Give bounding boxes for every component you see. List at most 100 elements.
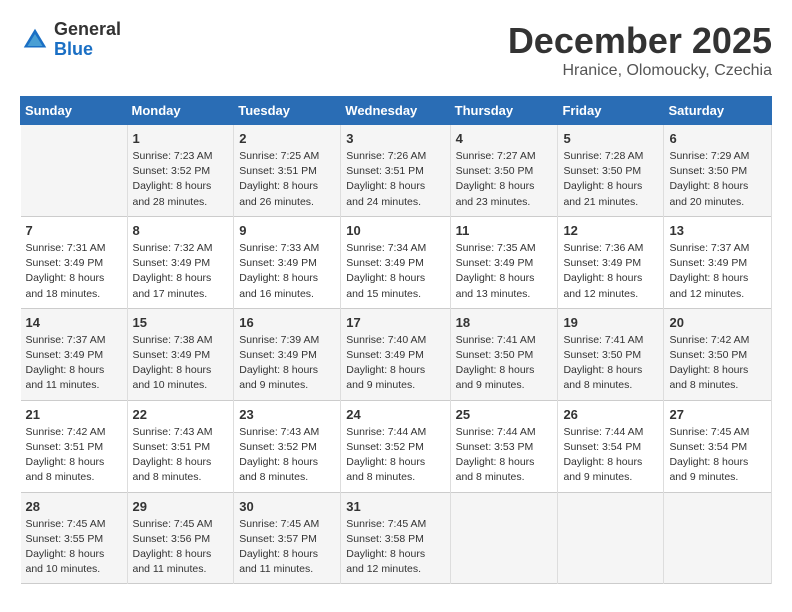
day-info: Sunrise: 7:39 AMSunset: 3:49 PMDaylight:…	[239, 333, 335, 394]
day-info: Sunrise: 7:37 AMSunset: 3:49 PMDaylight:…	[26, 333, 122, 394]
calendar-cell: 17 Sunrise: 7:40 AMSunset: 3:49 PMDayligh…	[341, 308, 450, 400]
day-number: 21	[26, 407, 122, 422]
calendar-cell: 10 Sunrise: 7:34 AMSunset: 3:49 PMDayligh…	[341, 216, 450, 308]
day-info: Sunrise: 7:26 AMSunset: 3:51 PMDaylight:…	[346, 149, 444, 210]
day-number: 23	[239, 407, 335, 422]
day-of-week-header: Saturday	[664, 97, 772, 125]
calendar-cell: 21 Sunrise: 7:42 AMSunset: 3:51 PMDayligh…	[21, 400, 128, 492]
day-info: Sunrise: 7:41 AMSunset: 3:50 PMDaylight:…	[563, 333, 658, 394]
calendar-cell: 13Sunrise: 7:37 AMSunset: 3:49 PMDayligh…	[664, 216, 772, 308]
day-info: Sunrise: 7:34 AMSunset: 3:49 PMDaylight:…	[346, 241, 444, 302]
day-info: Sunrise: 7:23 AMSunset: 3:52 PMDaylight:…	[133, 149, 229, 210]
calendar-week-row: 28 Sunrise: 7:45 AMSunset: 3:55 PMDayligh…	[21, 492, 772, 584]
day-number: 22	[133, 407, 229, 422]
day-info: Sunrise: 7:37 AMSunset: 3:49 PMDaylight:…	[669, 241, 766, 302]
calendar-week-row: 21 Sunrise: 7:42 AMSunset: 3:51 PMDayligh…	[21, 400, 772, 492]
day-number: 11	[456, 223, 553, 238]
day-info: Sunrise: 7:27 AMSunset: 3:50 PMDaylight:…	[456, 149, 553, 210]
day-info: Sunrise: 7:36 AMSunset: 3:49 PMDaylight:…	[563, 241, 658, 302]
day-number: 7	[26, 223, 122, 238]
day-number: 18	[456, 315, 553, 330]
logo-text: General Blue	[54, 20, 121, 60]
day-info: Sunrise: 7:45 AMSunset: 3:55 PMDaylight:…	[26, 517, 122, 578]
day-of-week-header: Thursday	[450, 97, 558, 125]
logo-blue: Blue	[54, 40, 121, 60]
day-number: 15	[133, 315, 229, 330]
day-number: 4	[456, 131, 553, 146]
day-of-week-header: Tuesday	[234, 97, 341, 125]
calendar-cell: 8Sunrise: 7:32 AMSunset: 3:49 PMDaylight…	[127, 216, 234, 308]
day-number: 24	[346, 407, 444, 422]
day-number: 5	[563, 131, 658, 146]
day-info: Sunrise: 7:42 AMSunset: 3:51 PMDaylight:…	[26, 425, 122, 486]
day-info: Sunrise: 7:43 AMSunset: 3:51 PMDaylight:…	[133, 425, 229, 486]
day-number: 19	[563, 315, 658, 330]
calendar-week-row: 7 Sunrise: 7:31 AMSunset: 3:49 PMDaylight…	[21, 216, 772, 308]
day-info: Sunrise: 7:45 AMSunset: 3:54 PMDaylight:…	[669, 425, 766, 486]
day-of-week-header: Monday	[127, 97, 234, 125]
page-header: General Blue December 2025 Hranice, Olom…	[20, 20, 772, 80]
day-number: 16	[239, 315, 335, 330]
day-number: 2	[239, 131, 335, 146]
day-number: 27	[669, 407, 766, 422]
day-number: 31	[346, 499, 444, 514]
calendar-cell	[558, 492, 664, 584]
calendar-cell: 24Sunrise: 7:44 AMSunset: 3:52 PMDayligh…	[341, 400, 450, 492]
day-number: 3	[346, 131, 444, 146]
days-of-week-row: SundayMondayTuesdayWednesdayThursdayFrid…	[21, 97, 772, 125]
calendar-week-row: 1Sunrise: 7:23 AMSunset: 3:52 PMDaylight…	[21, 125, 772, 217]
day-info: Sunrise: 7:29 AMSunset: 3:50 PMDaylight:…	[669, 149, 766, 210]
day-number: 29	[133, 499, 229, 514]
calendar-cell: 23 Sunrise: 7:43 AMSunset: 3:52 PMDayligh…	[234, 400, 341, 492]
calendar-cell: 20Sunrise: 7:42 AMSunset: 3:50 PMDayligh…	[664, 308, 772, 400]
calendar-cell: 26Sunrise: 7:44 AMSunset: 3:54 PMDayligh…	[558, 400, 664, 492]
calendar-cell: 15 Sunrise: 7:38 AMSunset: 3:49 PMDayligh…	[127, 308, 234, 400]
day-number: 8	[133, 223, 229, 238]
calendar-cell: 11Sunrise: 7:35 AMSunset: 3:49 PMDayligh…	[450, 216, 558, 308]
calendar-cell: 22 Sunrise: 7:43 AMSunset: 3:51 PMDayligh…	[127, 400, 234, 492]
month-title: December 2025	[508, 20, 772, 62]
day-info: Sunrise: 7:40 AMSunset: 3:49 PMDaylight:…	[346, 333, 444, 394]
day-of-week-header: Wednesday	[341, 97, 450, 125]
day-info: Sunrise: 7:25 AMSunset: 3:51 PMDaylight:…	[239, 149, 335, 210]
day-number: 14	[26, 315, 122, 330]
day-info: Sunrise: 7:31 AMSunset: 3:49 PMDaylight:…	[26, 241, 122, 302]
calendar-cell: 28 Sunrise: 7:45 AMSunset: 3:55 PMDayligh…	[21, 492, 128, 584]
calendar-cell: 9 Sunrise: 7:33 AMSunset: 3:49 PMDaylight…	[234, 216, 341, 308]
day-info: Sunrise: 7:41 AMSunset: 3:50 PMDaylight:…	[456, 333, 553, 394]
calendar-cell: 18 Sunrise: 7:41 AMSunset: 3:50 PMDayligh…	[450, 308, 558, 400]
calendar-cell: 19 Sunrise: 7:41 AMSunset: 3:50 PMDayligh…	[558, 308, 664, 400]
day-number: 30	[239, 499, 335, 514]
calendar-cell	[21, 125, 128, 217]
day-info: Sunrise: 7:28 AMSunset: 3:50 PMDaylight:…	[563, 149, 658, 210]
calendar-cell: 27 Sunrise: 7:45 AMSunset: 3:54 PMDayligh…	[664, 400, 772, 492]
title-section: December 2025 Hranice, Olomoucky, Czechi…	[508, 20, 772, 80]
calendar-cell: 30 Sunrise: 7:45 AMSunset: 3:57 PMDayligh…	[234, 492, 341, 584]
day-of-week-header: Friday	[558, 97, 664, 125]
calendar-body: 1Sunrise: 7:23 AMSunset: 3:52 PMDaylight…	[21, 125, 772, 584]
calendar-cell: 7 Sunrise: 7:31 AMSunset: 3:49 PMDaylight…	[21, 216, 128, 308]
day-number: 25	[456, 407, 553, 422]
calendar-cell	[450, 492, 558, 584]
calendar-cell: 1Sunrise: 7:23 AMSunset: 3:52 PMDaylight…	[127, 125, 234, 217]
day-info: Sunrise: 7:33 AMSunset: 3:49 PMDaylight:…	[239, 241, 335, 302]
calendar-week-row: 14 Sunrise: 7:37 AMSunset: 3:49 PMDayligh…	[21, 308, 772, 400]
calendar-cell: 16 Sunrise: 7:39 AMSunset: 3:49 PMDayligh…	[234, 308, 341, 400]
day-info: Sunrise: 7:44 AMSunset: 3:54 PMDaylight:…	[563, 425, 658, 486]
day-number: 28	[26, 499, 122, 514]
location-subtitle: Hranice, Olomoucky, Czechia	[508, 62, 772, 80]
calendar-cell: 2 Sunrise: 7:25 AMSunset: 3:51 PMDaylight…	[234, 125, 341, 217]
day-number: 6	[669, 131, 766, 146]
calendar-cell: 31Sunrise: 7:45 AMSunset: 3:58 PMDayligh…	[341, 492, 450, 584]
calendar-cell: 29 Sunrise: 7:45 AMSunset: 3:56 PMDayligh…	[127, 492, 234, 584]
logo-general: General	[54, 20, 121, 40]
day-info: Sunrise: 7:43 AMSunset: 3:52 PMDaylight:…	[239, 425, 335, 486]
day-info: Sunrise: 7:45 AMSunset: 3:57 PMDaylight:…	[239, 517, 335, 578]
calendar-cell: 6 Sunrise: 7:29 AMSunset: 3:50 PMDaylight…	[664, 125, 772, 217]
calendar-cell: 25Sunrise: 7:44 AMSunset: 3:53 PMDayligh…	[450, 400, 558, 492]
day-number: 17	[346, 315, 444, 330]
day-info: Sunrise: 7:45 AMSunset: 3:56 PMDaylight:…	[133, 517, 229, 578]
day-number: 9	[239, 223, 335, 238]
day-info: Sunrise: 7:38 AMSunset: 3:49 PMDaylight:…	[133, 333, 229, 394]
day-number: 10	[346, 223, 444, 238]
